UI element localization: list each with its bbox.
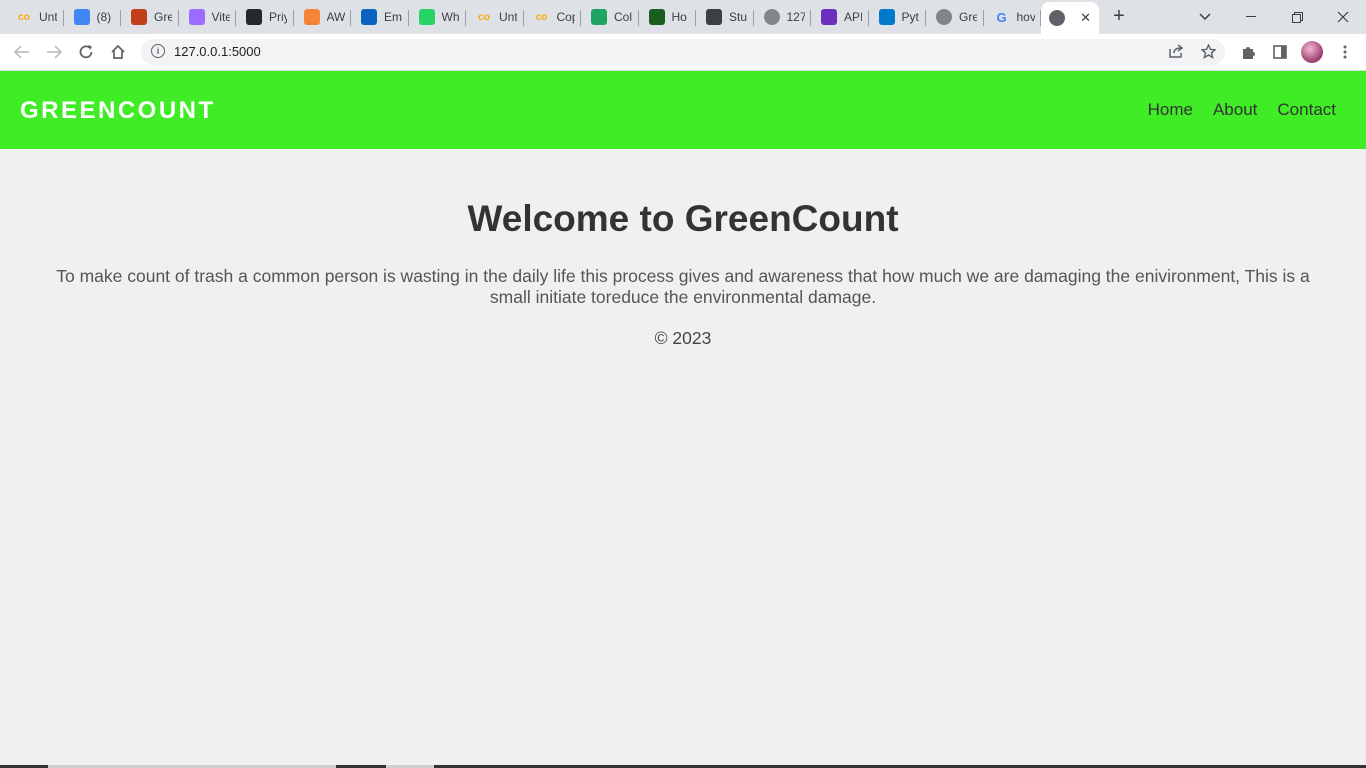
home-icon[interactable] bbox=[106, 40, 130, 64]
browser-tab[interactable]: AW bbox=[294, 2, 351, 32]
browser-tab[interactable]: co Unt bbox=[466, 2, 524, 32]
tab-list: coUnt(8)GreVitePriyAWEmWhcoUntcoCopColHo… bbox=[6, 2, 1099, 34]
github-icon bbox=[246, 9, 262, 25]
new-tab-button[interactable]: + bbox=[1108, 5, 1130, 27]
tab-title: API bbox=[844, 10, 862, 24]
bookmark-star-icon[interactable] bbox=[1199, 43, 1217, 62]
outlook-icon bbox=[361, 9, 377, 25]
api-icon bbox=[821, 9, 837, 25]
tab-title: Gre bbox=[959, 10, 977, 24]
copyright-footer: © 2023 bbox=[654, 328, 712, 348]
intro-description: To make count of trash a common person i… bbox=[56, 266, 1310, 307]
tab-title: Wh bbox=[441, 10, 460, 24]
share-icon[interactable] bbox=[1167, 44, 1185, 62]
stu-icon bbox=[706, 9, 722, 25]
tab-title: Cop bbox=[556, 10, 575, 24]
browser-tab[interactable]: Pyt bbox=[869, 2, 926, 32]
nav-link-contact[interactable]: Contact bbox=[1277, 100, 1336, 120]
address-bar[interactable]: i 127.0.0.1:5000 bbox=[141, 39, 1225, 65]
browser-tab[interactable]: co Cop bbox=[524, 2, 581, 32]
browser-tab[interactable]: Gre bbox=[926, 2, 984, 32]
close-window-icon[interactable] bbox=[1332, 0, 1354, 34]
google-icon: G bbox=[996, 9, 1007, 25]
tab-title: AW bbox=[326, 10, 345, 24]
browser-tab-active[interactable]: ✕ bbox=[1041, 2, 1099, 34]
tab-title: Gre bbox=[154, 10, 172, 24]
url-text[interactable]: 127.0.0.1:5000 bbox=[174, 44, 261, 59]
browser-tab[interactable]: Priy bbox=[236, 2, 294, 32]
reload-icon[interactable] bbox=[74, 40, 98, 64]
globe-icon bbox=[936, 9, 952, 25]
tab-search-chevron-down-icon[interactable] bbox=[1193, 0, 1217, 34]
page-title: Welcome to GreenCount bbox=[467, 198, 899, 239]
tab-title: Ho bbox=[671, 10, 687, 24]
tab-title: Stu bbox=[729, 10, 747, 24]
tab-title: Unt bbox=[499, 10, 517, 24]
aws-box-icon bbox=[303, 9, 320, 25]
site-logo-text[interactable]: GREENCOUNT bbox=[20, 97, 216, 125]
vscode-icon bbox=[878, 9, 895, 25]
browser-tab[interactable]: co Unt bbox=[6, 2, 64, 32]
colab-icon: co bbox=[478, 11, 490, 23]
browser-tab[interactable]: Col bbox=[581, 2, 639, 32]
profile-avatar[interactable] bbox=[1301, 41, 1323, 63]
site-nav: Home About Contact bbox=[1148, 100, 1336, 120]
restore-icon[interactable] bbox=[1286, 0, 1308, 34]
colab-icon: co bbox=[18, 11, 30, 23]
tab-title: Unt bbox=[39, 10, 57, 24]
forward-arrow-icon[interactable] bbox=[42, 40, 66, 64]
browser-tab[interactable]: Vite bbox=[179, 2, 236, 32]
nav-link-about[interactable]: About bbox=[1213, 100, 1257, 120]
back-arrow-icon[interactable] bbox=[10, 40, 34, 64]
side-panel-icon[interactable] bbox=[1268, 40, 1292, 64]
site-header: GREENCOUNT Home About Contact bbox=[0, 71, 1366, 149]
browser-tab[interactable]: 127 bbox=[754, 2, 811, 32]
tab-title: Pyt bbox=[901, 10, 919, 24]
tab-title: Priy bbox=[269, 10, 287, 24]
vite-icon bbox=[188, 9, 205, 25]
tab-title: 127 bbox=[786, 10, 805, 24]
browser-tab[interactable]: Stu bbox=[696, 2, 754, 32]
main-content: Welcome to GreenCount To make count of t… bbox=[0, 149, 1366, 349]
close-tab-icon[interactable]: ✕ bbox=[1080, 10, 1091, 26]
browser-tab[interactable]: Wh bbox=[409, 2, 466, 32]
tab-title: hov bbox=[1016, 10, 1035, 24]
browser-tab[interactable]: API bbox=[811, 2, 869, 32]
browser-tab-strip: coUnt(8)GreVitePriyAWEmWhcoUntcoCopColHo… bbox=[0, 0, 1366, 34]
globe-icon bbox=[1049, 10, 1065, 26]
minimize-icon[interactable] bbox=[1240, 0, 1262, 34]
tab-title: Col bbox=[614, 10, 632, 24]
gmail-badge-icon bbox=[73, 9, 90, 25]
tab-title: Vite bbox=[211, 10, 230, 24]
menu-kebab-icon[interactable] bbox=[1333, 40, 1357, 64]
tab-title: Em bbox=[384, 10, 402, 24]
word-w-icon bbox=[648, 9, 665, 25]
browser-toolbar: i 127.0.0.1:5000 bbox=[0, 34, 1366, 71]
browser-tab[interactable]: Ghov bbox=[984, 2, 1041, 32]
browser-tab[interactable]: Em bbox=[351, 2, 409, 32]
globe-icon bbox=[763, 9, 780, 25]
browser-tab[interactable]: (8) bbox=[64, 2, 121, 32]
tab-title: (8) bbox=[96, 10, 112, 24]
browser-tab[interactable]: Ho bbox=[639, 2, 696, 32]
nav-link-home[interactable]: Home bbox=[1148, 100, 1193, 120]
extensions-puzzle-icon[interactable] bbox=[1236, 40, 1260, 64]
powerpoint-icon bbox=[131, 9, 147, 25]
browser-tab[interactable]: Gre bbox=[121, 2, 179, 32]
whatsapp-icon bbox=[418, 9, 435, 25]
colab-icon: co bbox=[535, 11, 548, 23]
site-info-icon[interactable]: i bbox=[151, 44, 165, 58]
google-drive-icon bbox=[591, 9, 607, 25]
